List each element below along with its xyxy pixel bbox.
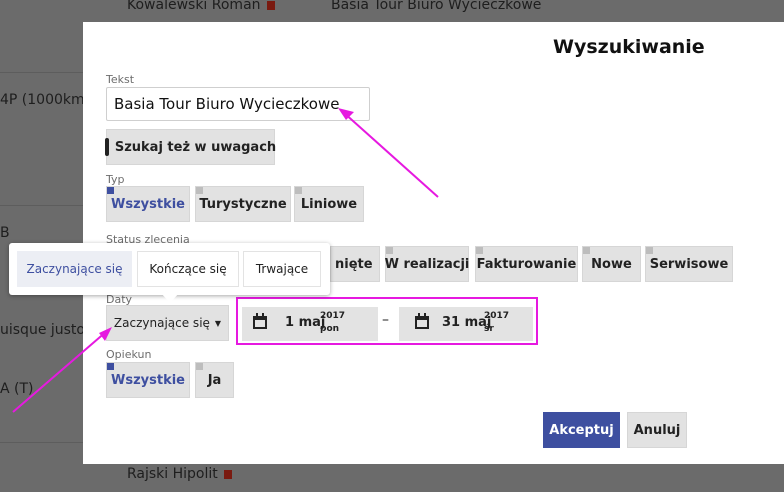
text-label: Tekst: [106, 73, 135, 86]
flag-icon: [266, 0, 275, 10]
popover-option-ongoing[interactable]: Trwające: [243, 251, 321, 287]
checkbox-icon[interactable]: [104, 138, 109, 156]
date-range-highlight: 1 maj 2017 pon – 31 maj 2017 śr: [236, 297, 538, 345]
status-option-label: W realizacji: [384, 256, 470, 272]
status-option-new[interactable]: Nowe: [582, 246, 641, 282]
date-from-weekday: pon: [320, 324, 340, 334]
date-to-year: 2017: [484, 311, 510, 321]
dates-mode-label: Zaczynające się: [113, 316, 210, 330]
unselected-marker: [196, 363, 203, 370]
date-to-weekday: śr: [484, 324, 494, 334]
popover-arrow: [161, 293, 179, 303]
bg-cell-text: A (T): [0, 381, 34, 397]
type-option-label: Turystyczne: [199, 196, 287, 212]
guardian-option-me[interactable]: Ja: [195, 362, 234, 398]
cancel-button[interactable]: Anuluj: [627, 412, 687, 448]
flag-icon: [223, 469, 232, 479]
checkbox-label: Szukaj też w uwagach: [114, 139, 277, 155]
type-option-label: Wszystkie: [111, 196, 185, 212]
status-option-label: Nowe: [591, 256, 632, 272]
guardian-option-label: Ja: [207, 372, 222, 388]
type-option-label: Liniowe: [300, 196, 358, 212]
bg-cell-text: 4P (1000km: [0, 92, 85, 108]
date-from-picker[interactable]: 1 maj 2017 pon: [242, 307, 378, 341]
guardian-label: Opiekun: [106, 348, 152, 361]
bg-client-name: Kowalewski Roman: [127, 0, 275, 13]
type-option-all[interactable]: Wszystkie: [106, 186, 190, 222]
dialog-title: Wyszukiwanie: [553, 36, 705, 58]
type-option-tourist[interactable]: Turystyczne: [195, 186, 291, 222]
unselected-marker: [646, 247, 653, 254]
search-notes-checkbox[interactable]: Szukaj też w uwagach: [104, 129, 277, 165]
unselected-marker: [196, 187, 203, 194]
search-text-input[interactable]: Basia Tour Biuro Wycieczkowe: [106, 87, 370, 121]
guardian-option-all[interactable]: Wszystkie: [106, 362, 190, 398]
unselected-marker: [476, 247, 483, 254]
status-option-ended[interactable]: nięte: [330, 246, 380, 282]
accept-button[interactable]: Akceptuj: [543, 412, 620, 448]
status-option-invoicing[interactable]: Fakturowanie: [475, 246, 578, 282]
unselected-marker: [583, 247, 590, 254]
status-option-label: nięte: [335, 256, 373, 272]
calendar-icon: [253, 313, 267, 329]
dates-mode-dropdown[interactable]: Zaczynające się ▼: [106, 305, 229, 341]
type-label: Typ: [106, 173, 125, 186]
date-to-picker[interactable]: 31 maj 2017 śr: [399, 307, 533, 341]
popover-option-starting[interactable]: Zaczynające się: [17, 251, 132, 287]
date-separator: –: [382, 312, 389, 328]
calendar-icon: [415, 313, 429, 329]
selected-marker: [107, 187, 114, 194]
bg-company-name: Basia Tour Biuro Wycieczkowe: [331, 0, 542, 13]
bg-cell-text: uisque justo: [0, 322, 85, 338]
caret-down-icon: ▼: [214, 318, 222, 328]
status-option-service[interactable]: Serwisowe: [645, 246, 733, 282]
unselected-marker: [295, 187, 302, 194]
bg-client-name: Rajski Hipolit: [127, 466, 232, 482]
status-option-label: Serwisowe: [649, 256, 729, 272]
dates-mode-popover: Zaczynające się Kończące się Trwające: [9, 243, 330, 303]
unselected-marker: [386, 247, 393, 254]
date-from-year: 2017: [320, 311, 346, 321]
guardian-option-label: Wszystkie: [111, 372, 185, 388]
selected-marker: [107, 363, 114, 370]
bg-cell-text: B: [0, 225, 10, 241]
status-option-label: Fakturowanie: [476, 256, 577, 272]
popover-option-ending[interactable]: Kończące się: [137, 251, 239, 287]
type-option-line[interactable]: Liniowe: [294, 186, 364, 222]
status-option-in-progress[interactable]: W realizacji: [385, 246, 469, 282]
